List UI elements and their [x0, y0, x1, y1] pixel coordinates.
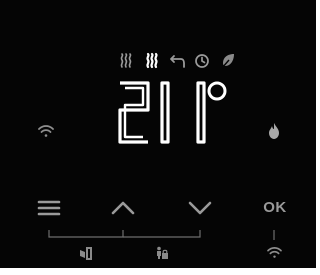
- leaf-icon: [220, 53, 236, 69]
- ok-button[interactable]: OK: [262, 199, 288, 217]
- degree-symbol: °: [206, 80, 228, 102]
- wifi-icon: [38, 124, 54, 138]
- flame-icon: [268, 122, 280, 140]
- status-icon-row: [118, 52, 238, 71]
- temperature-text: 21: [118, 80, 119, 81]
- menu-icon: [37, 200, 61, 216]
- down-button[interactable]: [187, 200, 213, 216]
- heating-wave-bold-icon: [144, 52, 160, 69]
- clock-icon: [194, 53, 210, 69]
- chevron-up-icon: [111, 201, 135, 215]
- child-lock-icon: [155, 246, 169, 260]
- menu-button[interactable]: [37, 199, 61, 217]
- arrow-return-icon: [170, 54, 186, 68]
- chevron-down-icon: [188, 201, 212, 215]
- thermostat-panel: 21 °: [0, 0, 316, 268]
- window-open-icon: [79, 247, 93, 260]
- wifi-pairing-icon: [267, 246, 282, 259]
- combo-brackets: [48, 230, 275, 240]
- up-button[interactable]: [110, 200, 136, 216]
- heating-wave-icon: [118, 53, 134, 69]
